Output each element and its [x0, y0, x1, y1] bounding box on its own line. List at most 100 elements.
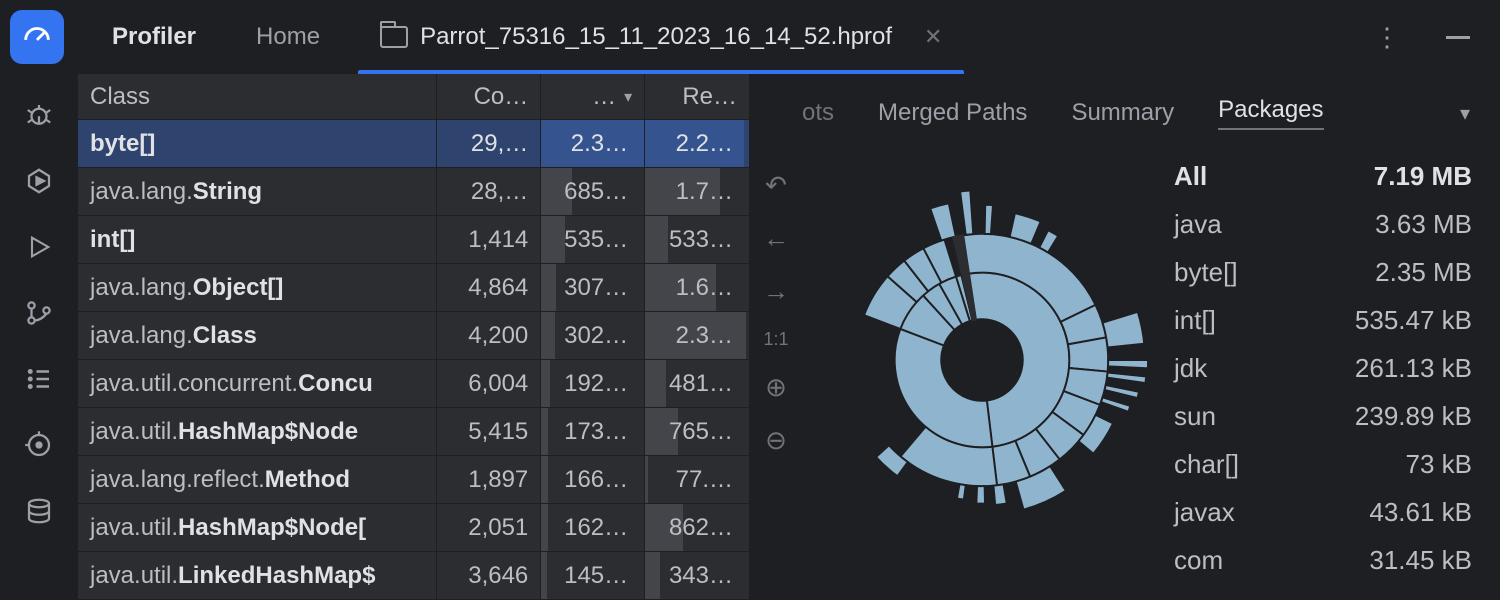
legend-name: javax: [1174, 497, 1235, 528]
main: Class Co… … ▾ Re… byte[]29,…2.3…2.2…java…: [0, 74, 1500, 600]
legend-row[interactable]: com31.45 kB: [1174, 536, 1472, 584]
cell-retained: 862…: [645, 504, 749, 551]
cell-count: 29,…: [437, 120, 541, 167]
right-body: All 7.19 MB java3.63 MB byte[] 2.35 MB int[] 5…: [802, 152, 1500, 600]
database-icon[interactable]: [24, 496, 54, 526]
tab-profiler[interactable]: Profiler: [82, 0, 226, 74]
cell-retained: 533…: [645, 216, 749, 263]
legend-size: 3.63 MB: [1375, 209, 1472, 240]
legend-row[interactable]: byte[] 2.35 MB: [1174, 248, 1472, 296]
tab-roots-partial[interactable]: ots: [802, 99, 834, 127]
tab-merged-paths[interactable]: Merged Paths: [878, 99, 1027, 127]
table-row[interactable]: java.lang.reflect.Method1,897166…77.…: [78, 456, 749, 504]
legend-row[interactable]: jdk261.13 kB: [1174, 344, 1472, 392]
cell-shallow: 302…: [541, 312, 645, 359]
table-row[interactable]: java.lang.String28,…685…1.7…: [78, 168, 749, 216]
git-branch-icon[interactable]: [24, 298, 54, 328]
cell-shallow: 307…: [541, 264, 645, 311]
cell-count: 3,646: [437, 552, 541, 599]
chevron-down-icon[interactable]: ▾: [1460, 101, 1470, 126]
zoom-out-icon[interactable]: ⊖: [765, 425, 787, 456]
table-row[interactable]: java.lang.Class4,200302…2.3…: [78, 312, 749, 360]
titlebar: Profiler Home Parrot_75316_15_11_2023_16…: [0, 0, 1500, 74]
legend-row[interactable]: sun 239.89 kB: [1174, 392, 1472, 440]
tab-packages[interactable]: Packages: [1218, 96, 1323, 130]
legend-name: int[]: [1174, 305, 1216, 336]
table-row[interactable]: byte[]29,…2.3…2.2…: [78, 120, 749, 168]
legend-row[interactable]: java3.63 MB: [1174, 200, 1472, 248]
cell-count: 6,004: [437, 360, 541, 407]
table-row[interactable]: int[]1,414535…533…: [78, 216, 749, 264]
cell-retained: 2.3…: [645, 312, 749, 359]
legend-size: 239.89 kB: [1355, 401, 1472, 432]
cell-class: java.util.HashMap$Node[: [78, 504, 437, 551]
app-badge[interactable]: [10, 10, 64, 64]
undo-icon[interactable]: ↶: [765, 170, 787, 201]
cell-count: 1,414: [437, 216, 541, 263]
cell-shallow: 145…: [541, 552, 645, 599]
tab-summary[interactable]: Summary: [1071, 99, 1174, 127]
zoom-in-icon[interactable]: ⊕: [765, 372, 787, 403]
tab-hprof-file[interactable]: Parrot_75316_15_11_2023_16_14_52.hprof ✕: [350, 0, 972, 74]
table-header: Class Co… … ▾ Re…: [78, 74, 749, 120]
legend-size: 31.45 kB: [1369, 545, 1472, 576]
legend-row[interactable]: All 7.19 MB: [1174, 152, 1472, 200]
legend-row[interactable]: int[] 535.47 kB: [1174, 296, 1472, 344]
target-icon[interactable]: [24, 430, 54, 460]
gauge-icon: [20, 20, 54, 54]
sunburst-chart[interactable]: [802, 152, 1162, 600]
legend-name: char[]: [1174, 449, 1239, 480]
table-body: byte[]29,…2.3…2.2…java.lang.String28,…68…: [78, 120, 749, 600]
table-row[interactable]: java.util.HashMap$Node5,415173…765…: [78, 408, 749, 456]
table-row[interactable]: java.lang.Object[]4,864307…1.6…: [78, 264, 749, 312]
ratio-button[interactable]: 1:1: [763, 329, 788, 350]
tab-home[interactable]: Home: [226, 0, 350, 74]
bug-icon[interactable]: [24, 100, 54, 130]
col-retained[interactable]: Re…: [645, 74, 749, 119]
legend-size: 261.13 kB: [1355, 353, 1472, 384]
hexagon-play-icon[interactable]: [24, 166, 54, 196]
cell-shallow: 192…: [541, 360, 645, 407]
more-icon[interactable]: ⋮: [1354, 22, 1420, 53]
arrow-left-icon[interactable]: ←: [763, 223, 789, 254]
cell-class: byte[]: [78, 120, 437, 167]
title-tabs: Profiler Home Parrot_75316_15_11_2023_16…: [82, 0, 972, 74]
cell-retained: 1.7…: [645, 168, 749, 215]
right-panel: ots Merged Paths Summary Packages ▾ All 7…: [802, 74, 1500, 600]
activity-bar: [0, 74, 78, 600]
arrow-right-icon[interactable]: →: [763, 276, 789, 307]
gutter-toolbar: ↶ ← → 1:1 ⊕ ⊖: [750, 74, 802, 600]
legend-row[interactable]: char[]73 kB: [1174, 440, 1472, 488]
cell-retained: 765…: [645, 408, 749, 455]
col-shallow[interactable]: … ▾: [541, 74, 645, 119]
cell-retained: 481…: [645, 360, 749, 407]
legend-row[interactable]: javax 43.61 kB: [1174, 488, 1472, 536]
legend-size: 535.47 kB: [1355, 305, 1472, 336]
class-table: Class Co… … ▾ Re… byte[]29,…2.3…2.2…java…: [78, 74, 750, 600]
cell-shallow: 162…: [541, 504, 645, 551]
cell-class: java.lang.reflect.Method: [78, 456, 437, 503]
cell-class: java.util.HashMap$Node: [78, 408, 437, 455]
legend-name: All: [1174, 161, 1207, 192]
legend-size: 43.61 kB: [1369, 497, 1472, 528]
cell-count: 1,897: [437, 456, 541, 503]
close-icon[interactable]: ✕: [924, 24, 942, 50]
chevron-down-icon: ▾: [624, 87, 632, 107]
list-icon[interactable]: [24, 364, 54, 394]
cell-retained: 1.6…: [645, 264, 749, 311]
cell-count: 4,200: [437, 312, 541, 359]
package-legend: All 7.19 MB java3.63 MB byte[] 2.35 MB int[] 5…: [1162, 152, 1500, 600]
table-row[interactable]: java.util.concurrent.Concu6,004192…481…: [78, 360, 749, 408]
play-icon[interactable]: [24, 232, 54, 262]
table-row[interactable]: java.util.HashMap$Node[2,051162…862…: [78, 504, 749, 552]
cell-shallow: 173…: [541, 408, 645, 455]
legend-size: 7.19 MB: [1374, 161, 1472, 192]
minimize-icon[interactable]: [1446, 36, 1470, 39]
col-class[interactable]: Class: [78, 74, 437, 119]
legend-size: 2.35 MB: [1375, 257, 1472, 288]
col-count[interactable]: Co…: [437, 74, 541, 119]
legend-name: byte[]: [1174, 257, 1238, 288]
cell-shallow: 2.3…: [541, 120, 645, 167]
table-row[interactable]: java.util.LinkedHashMap$3,646145…343…: [78, 552, 749, 600]
legend-name: sun: [1174, 401, 1216, 432]
